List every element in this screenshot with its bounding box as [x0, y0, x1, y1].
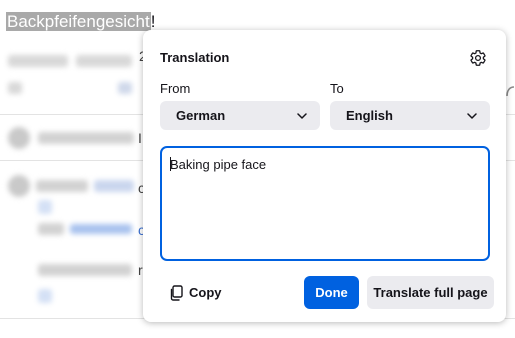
selected-word: Backpfeifengesicht	[6, 12, 151, 31]
blurred-text-1	[38, 223, 64, 235]
blurred-username	[36, 180, 88, 192]
gear-icon	[470, 50, 486, 66]
edge-glyph-5: r	[138, 262, 143, 278]
done-label: Done	[315, 285, 348, 300]
blurred-icon-2	[118, 82, 132, 94]
blurred-flag	[38, 200, 52, 214]
blurred-text-2	[38, 264, 132, 276]
from-language-value: German	[176, 108, 226, 123]
to-language-select[interactable]: English	[330, 101, 490, 130]
translate-full-page-button[interactable]: Translate full page	[367, 276, 494, 309]
copy-icon	[170, 284, 183, 301]
from-label: From	[160, 81, 191, 96]
blurred-avatar-2	[8, 175, 30, 197]
blurred-reply-box	[38, 132, 134, 144]
copy-label: Copy	[189, 285, 222, 300]
blurred-meta-2	[76, 55, 132, 67]
blurred-link	[70, 224, 132, 234]
blurred-meta-1	[8, 55, 68, 67]
copy-button[interactable]: Copy	[160, 276, 232, 309]
from-language-select[interactable]: German	[160, 101, 320, 130]
to-language-value: English	[346, 108, 393, 123]
settings-button[interactable]	[465, 45, 491, 71]
blurred-avatar-1	[8, 127, 30, 149]
headline-punctuation: !	[150, 12, 156, 31]
done-button[interactable]: Done	[304, 276, 359, 309]
translation-text: Baking pipe face	[170, 157, 267, 172]
chevron-down-icon	[297, 112, 307, 119]
edge-glyph-2: I	[138, 130, 142, 146]
page-headline: Backpfeifengesicht!	[6, 11, 155, 33]
translation-popup: Translation From To German English Bakin…	[143, 30, 506, 322]
blurred-reaction	[38, 289, 52, 303]
popup-title: Translation	[160, 50, 230, 65]
translate-full-page-label: Translate full page	[373, 285, 488, 300]
chevron-down-icon	[467, 112, 477, 119]
to-label: To	[330, 81, 344, 96]
translation-output[interactable]: Baking pipe face	[160, 146, 490, 261]
blurred-icon-1	[8, 82, 22, 94]
blurred-badge	[94, 180, 134, 192]
edge-arrow-icon	[506, 86, 515, 97]
